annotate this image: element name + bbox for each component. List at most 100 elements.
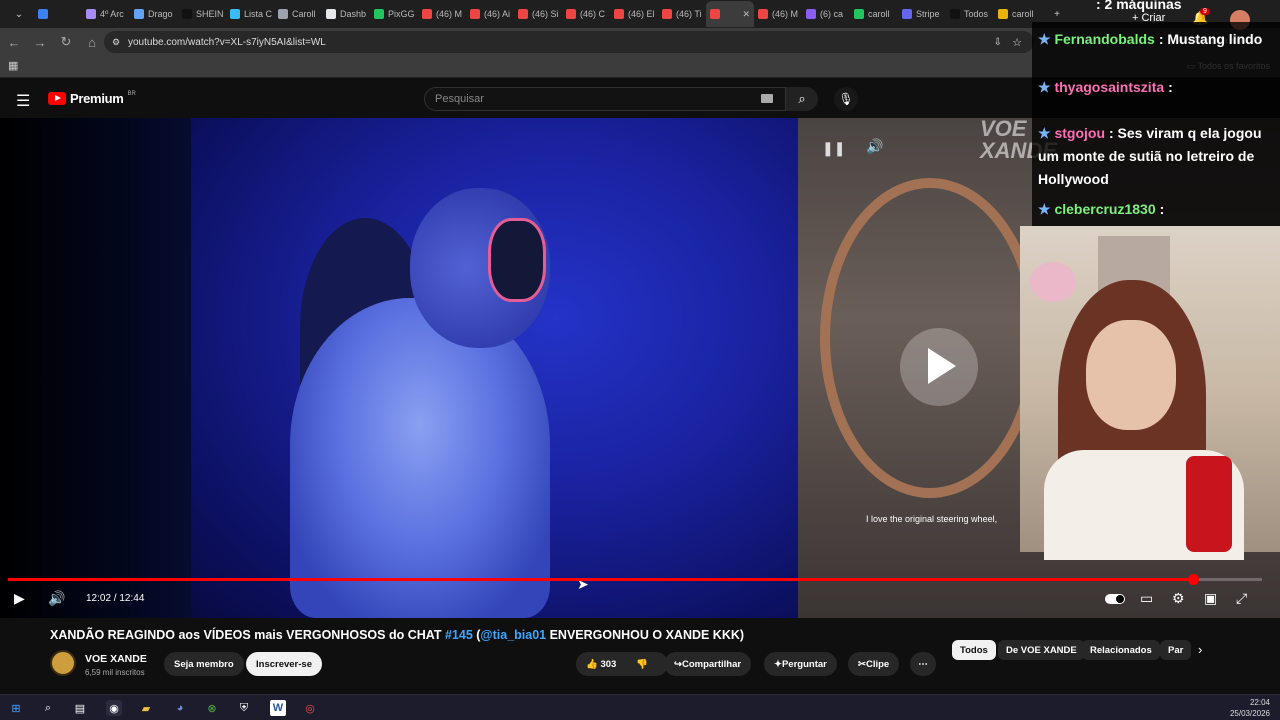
task-view-icon[interactable]: ▤ xyxy=(72,700,88,716)
browser-tab[interactable]: (6) ca xyxy=(802,1,850,27)
filter-chip[interactable]: De VOE XANDE xyxy=(998,640,1085,660)
miniplayer-icon[interactable]: ▣ xyxy=(1204,590,1217,607)
tab-favicon-icon xyxy=(806,9,816,19)
channel-avatar[interactable] xyxy=(50,650,76,676)
chrome-icon[interactable]: ◉ xyxy=(106,700,122,716)
menu-icon[interactable]: ☰ xyxy=(16,91,30,111)
progress-bar[interactable] xyxy=(8,574,1262,585)
browser-tab[interactable] xyxy=(34,1,82,27)
apps-icon[interactable]: ▦ xyxy=(8,59,18,72)
windows-start-icon[interactable]: ⊞ xyxy=(8,700,24,716)
keyboard-icon[interactable] xyxy=(761,94,773,103)
headset-shape xyxy=(488,218,546,302)
url-bar[interactable]: ⚙ youtube.com/watch?v=XL-s7iyN5AI&list=W… xyxy=(104,31,1034,53)
youtube-logo-text: Premium xyxy=(70,91,124,106)
play-icon[interactable]: ▶ xyxy=(14,590,25,607)
url-text: youtube.com/watch?v=XL-s7iyN5AI&list=WL xyxy=(128,36,326,48)
current-time: 12:02 xyxy=(86,593,112,604)
file-explorer-icon[interactable]: ▰ xyxy=(138,700,154,716)
tab-favicon-icon xyxy=(182,9,192,19)
youtube-logo[interactable]: Premium BR xyxy=(48,91,136,106)
more-actions-button[interactable]: ⋯ xyxy=(910,652,936,676)
join-button[interactable]: Seja membro xyxy=(164,652,244,676)
bookmark-star-icon[interactable]: ☆ xyxy=(1012,36,1022,49)
tab-favicon-icon xyxy=(662,9,672,19)
new-tab-button[interactable]: + xyxy=(1048,5,1066,23)
search-input[interactable]: Pesquisar xyxy=(424,87,786,111)
obs-icon[interactable]: ◎ xyxy=(302,700,318,716)
title-mention-link[interactable]: @tia_bia01 xyxy=(480,628,546,642)
tab-title: caroll xyxy=(868,9,890,19)
browser-tab[interactable]: Stripe xyxy=(898,1,946,27)
browser-tab[interactable]: (46) M xyxy=(754,1,802,27)
tab-favicon-icon xyxy=(710,9,720,19)
tab-favicon-icon xyxy=(998,9,1008,19)
search-button[interactable]: ⌕ xyxy=(786,87,818,111)
video-player[interactable]: ❚❚ 🔊 VOE XANDE I love the original steer… xyxy=(0,118,1280,618)
progress-scrubber[interactable] xyxy=(1187,574,1199,585)
word-icon[interactable]: W xyxy=(270,700,286,716)
all-bookmarks-link[interactable]: ▭ Todos os favoritos xyxy=(1187,61,1270,72)
filter-chip[interactable]: Relacionados xyxy=(1082,640,1160,660)
embedded-volume-icon: 🔊 xyxy=(866,138,884,154)
like-count: 303 xyxy=(600,658,617,670)
browser-tab[interactable]: SHEIN xyxy=(178,1,226,27)
security-shield-icon[interactable]: ⛨ xyxy=(236,700,252,716)
browser-tab[interactable]: (46) El xyxy=(610,1,658,27)
tab-title: Dashb xyxy=(340,9,367,19)
browser-tab[interactable]: (46) Ai xyxy=(466,1,514,27)
browser-tab[interactable]: caroll xyxy=(850,1,898,27)
tab-favicon-icon xyxy=(374,9,384,19)
windows-taskbar: ⊞ ⌕ ▤ ◉ ▰ ◕ ⊗ ⛨ W ◎ 22:04 25/03/2026 xyxy=(0,694,1280,720)
browser-tab[interactable]: (46) M xyxy=(418,1,466,27)
site-info-icon[interactable]: ⚙ xyxy=(112,37,120,48)
tab-search-icon[interactable]: ⌄ xyxy=(10,5,28,23)
tab-title: Stripe xyxy=(916,9,940,19)
filter-chip[interactable]: Todos xyxy=(952,640,996,660)
forward-icon[interactable]: → xyxy=(28,30,52,54)
chevron-right-icon[interactable]: › xyxy=(1198,642,1202,657)
clip-button[interactable]: ✂ Clipe xyxy=(848,652,900,676)
browser-tab[interactable]: Dashb xyxy=(322,1,370,27)
search-placeholder: Pesquisar xyxy=(435,93,484,105)
taskbar-search-icon[interactable]: ⌕ xyxy=(40,700,56,716)
system-clock[interactable]: 22:04 25/03/2026 xyxy=(1230,697,1270,719)
browser-tab[interactable]: ✕ xyxy=(706,1,754,27)
share-icon: ↪ xyxy=(674,658,682,670)
browser-tab[interactable]: Drago xyxy=(130,1,178,27)
dislike-button[interactable]: 👎 xyxy=(636,659,648,670)
browser-tab[interactable]: (46) C xyxy=(562,1,610,27)
browser-tab[interactable]: (46) Si xyxy=(514,1,562,27)
browser-tab[interactable]: (46) Ti xyxy=(658,1,706,27)
browser-tab[interactable]: Todos xyxy=(946,1,994,27)
fullscreen-icon[interactable]: ⤢ xyxy=(1236,590,1247,607)
browser-tab[interactable]: Lista C xyxy=(226,1,274,27)
close-tab-icon[interactable]: ✕ xyxy=(742,9,750,20)
back-icon[interactable]: ← xyxy=(2,30,26,54)
tab-title: Caroll xyxy=(292,9,316,19)
channel-name[interactable]: VOE XANDE xyxy=(85,653,147,665)
xbox-icon[interactable]: ⊗ xyxy=(204,700,220,716)
title-hashtag-link[interactable]: #145 xyxy=(445,628,473,642)
subtitles-icon[interactable]: ▭ xyxy=(1140,590,1153,607)
browser-tab[interactable]: PixGG xyxy=(370,1,418,27)
subscribe-button[interactable]: Inscrever-se xyxy=(246,652,322,676)
reload-icon[interactable]: ↻ xyxy=(54,30,78,54)
tab-title: (46) Si xyxy=(532,9,559,19)
tab-favicon-icon xyxy=(38,9,48,19)
install-icon[interactable]: ⇩ xyxy=(994,37,1002,48)
home-icon[interactable]: ⌂ xyxy=(80,30,104,54)
browser-tab[interactable]: caroll xyxy=(994,1,1042,27)
autoplay-toggle[interactable] xyxy=(1105,594,1125,604)
voice-search-button[interactable]: 🎙 xyxy=(834,87,858,111)
volume-icon[interactable]: 🔊 xyxy=(48,590,65,607)
discord-icon[interactable]: ◕ xyxy=(172,700,188,716)
browser-tab[interactable]: Caroll xyxy=(274,1,322,27)
browser-tab[interactable]: 4º Arc xyxy=(82,1,130,27)
ask-button[interactable]: ✦ Perguntar xyxy=(764,652,837,676)
settings-gear-icon[interactable]: ⚙ xyxy=(1172,590,1185,607)
filter-chip[interactable]: Par xyxy=(1160,640,1192,660)
tab-title: caroll xyxy=(1012,9,1034,19)
like-button[interactable]: 👍 303 xyxy=(586,659,616,670)
share-button[interactable]: ↪ Compartilhar xyxy=(664,652,752,676)
